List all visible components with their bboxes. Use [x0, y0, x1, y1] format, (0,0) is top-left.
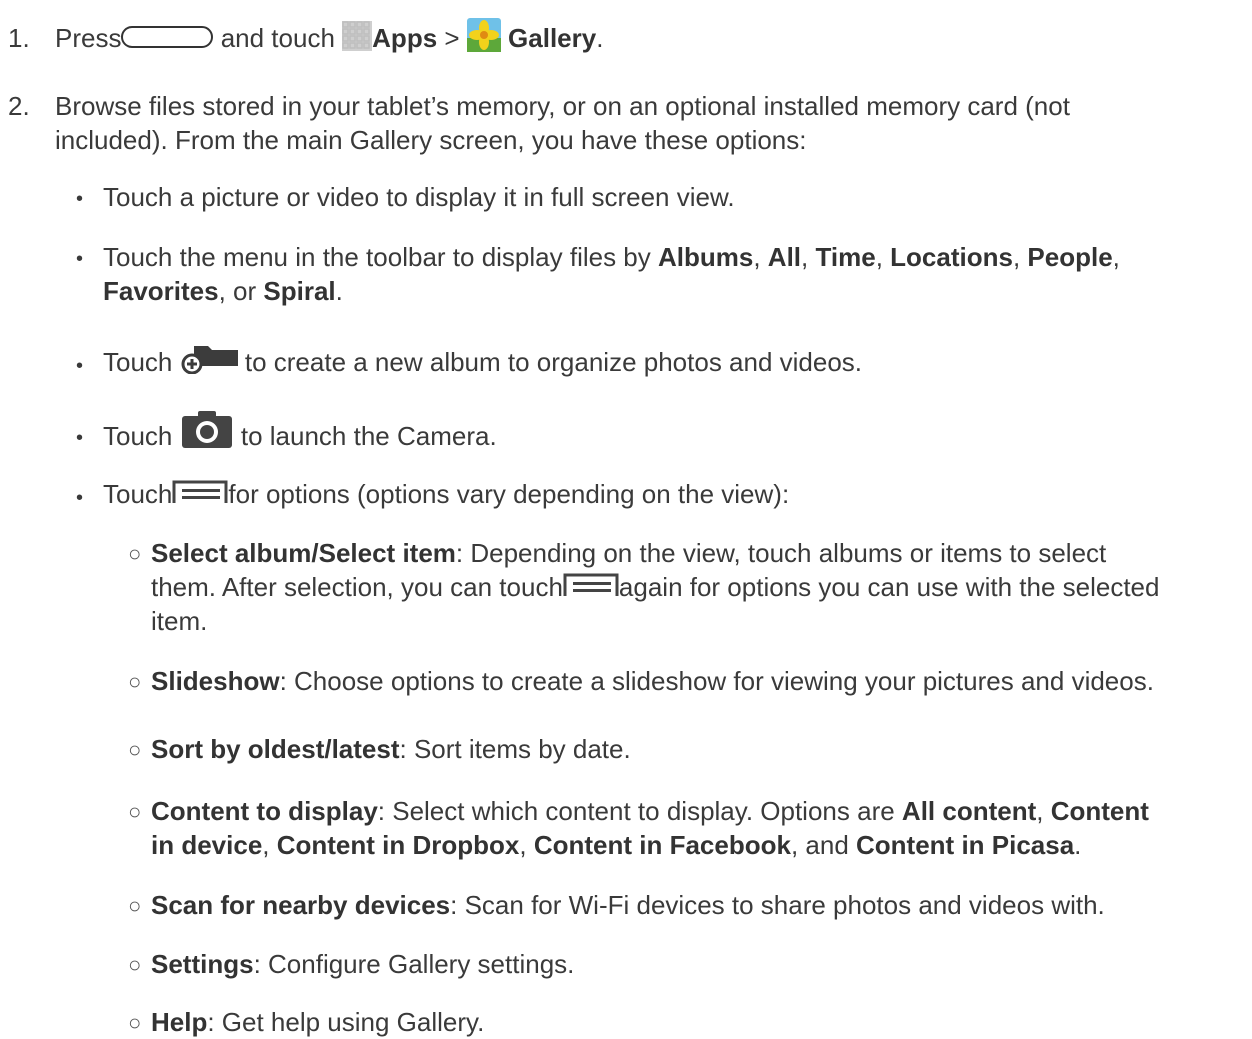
touch-word: Touch: [103, 347, 173, 377]
step-1-period: .: [596, 23, 604, 53]
bullet-2-line-2: Favorites, or Spiral.: [103, 275, 343, 307]
term-albums: Albums: [658, 242, 754, 272]
term-facebook: Content in Facebook: [533, 830, 791, 860]
term-in-device: in device: [151, 830, 263, 860]
term-content: Content: [1050, 796, 1149, 826]
step-1-arrow: >: [444, 23, 460, 53]
sep: ,: [875, 242, 891, 272]
sub-bullet-mark: ○: [128, 952, 142, 977]
term-picasa: Content in Picasa: [856, 830, 1075, 860]
term-slideshow: Slideshow: [151, 666, 280, 696]
sub-7-text: Help: Get help using Gallery.: [151, 1006, 484, 1038]
term-scan: Scan for nearby devices: [151, 890, 451, 920]
sep: ,: [262, 830, 277, 860]
menu-icon: [563, 572, 619, 598]
bullet-mark: •: [76, 487, 84, 509]
sub-3-text: Sort by oldest/latest: Sort items by dat…: [151, 733, 631, 765]
sep: .: [335, 276, 343, 306]
step-2-line-1: Browse files stored in your tablet’s mem…: [55, 91, 1070, 121]
term-locations: Locations: [890, 242, 1013, 272]
sub-bullet-mark: ○: [128, 1010, 142, 1035]
sub-bullet-mark: ○: [128, 799, 142, 824]
sep: ,: [753, 242, 768, 272]
bullet-3-text: Touch to create a new album to organize …: [103, 346, 862, 380]
sep: .: [1074, 830, 1082, 860]
term-content-to-display: Content to display: [151, 796, 378, 826]
sub-1-rest: : Depending on the view, touch albums or…: [455, 538, 1107, 568]
bullet-5-text: Touch for options (options vary dependin…: [103, 478, 789, 510]
sep: , or: [218, 276, 264, 306]
sep: ,: [1012, 242, 1028, 272]
term-all-content: All content: [901, 796, 1037, 826]
home-button-icon: [121, 26, 214, 49]
term-favorites: Favorites: [103, 276, 219, 306]
sub-2-text: Slideshow: Choose options to create a sl…: [151, 665, 1154, 697]
sub-1-line-1: Select album/Select item: Depending on t…: [151, 537, 1106, 569]
sub-bullet-mark: ○: [128, 893, 142, 918]
bullet-4-text: Touch to launch the Camera.: [103, 411, 497, 458]
sep: ,: [1036, 796, 1051, 826]
menu-icon: [172, 479, 228, 505]
sub-2-rest: : Choose options to create a slideshow f…: [279, 666, 1154, 696]
bullet-5-rest: for options (options vary depending on t…: [228, 479, 790, 509]
apps-grid-icon: [342, 21, 373, 52]
sub-4-line-2: in device, Content in Dropbox, Content i…: [151, 829, 1081, 861]
sub-1-line-2: them. After selection, you can touch aga…: [151, 571, 1159, 603]
sub-5-rest: : Scan for Wi-Fi devices to share photos…: [450, 890, 1105, 920]
step-1-text: Press and touch Apps > Gallery.: [55, 18, 604, 57]
step-2-line-2: included). From the main Gallery screen,…: [55, 125, 807, 155]
bullet-2-pre: Touch the menu in the toolbar to display…: [103, 242, 658, 272]
sub-6-rest: : Configure Gallery settings.: [253, 949, 575, 979]
term-spiral: Spiral: [263, 276, 336, 306]
bullet-mark: •: [76, 355, 84, 377]
step-number-1: 1.: [8, 23, 30, 53]
sub-1-line-2-post: again for options you can use with the s…: [618, 572, 1160, 602]
term-select-album: Select album/Select item: [151, 538, 456, 568]
sub-4-line-1: Content to display: Select which content…: [151, 795, 1149, 827]
touch-word: Touch: [103, 420, 173, 451]
term-settings: Settings: [151, 949, 254, 979]
bullet-mark: •: [76, 188, 84, 210]
bullet-mark: •: [76, 427, 84, 449]
bullet-4-rest: to launch the Camera.: [240, 420, 497, 451]
sub-3-rest: : Sort items by date.: [399, 734, 631, 764]
sep: , and: [790, 830, 857, 860]
camera-icon: [180, 410, 234, 450]
sub-6-text: Settings: Configure Gallery settings.: [151, 948, 574, 980]
sub-1-line-3: item.: [151, 606, 208, 636]
document-page: 1. Press and touch Apps > Gallery. 2. Br…: [0, 0, 1252, 1037]
sub-bullet-mark: ○: [128, 669, 142, 694]
term-all: All: [767, 242, 802, 272]
step-1-and-touch: and touch: [220, 23, 335, 53]
apps-label: Apps: [372, 23, 438, 53]
term-sort: Sort by oldest/latest: [151, 734, 400, 764]
sep: ,: [519, 830, 534, 860]
gallery-flower-icon: [466, 18, 501, 53]
bullet-3-rest: to create a new album to organize photos…: [244, 347, 863, 377]
sep: ,: [801, 242, 816, 272]
sub-4-rest: : Select which content to display. Optio…: [377, 796, 902, 826]
sub-7-rest: : Get help using Gallery.: [207, 1007, 485, 1037]
touch-word: Touch: [103, 479, 173, 509]
step-1-press: Press: [55, 23, 122, 53]
sub-1-line-2-pre: them. After selection, you can touch: [151, 572, 563, 602]
sep: ,: [1112, 242, 1120, 272]
new-album-folder-icon: [180, 342, 238, 375]
term-help: Help: [151, 1007, 208, 1037]
sub-bullet-mark: ○: [128, 541, 142, 566]
term-people: People: [1027, 242, 1113, 272]
sub-5-text: Scan for nearby devices: Scan for Wi-Fi …: [151, 889, 1105, 921]
bullet-1-text: Touch a picture or video to display it i…: [103, 182, 735, 212]
sub-bullet-mark: ○: [128, 737, 142, 762]
gallery-label: Gallery: [508, 23, 597, 53]
bullet-mark: •: [76, 248, 84, 270]
term-time: Time: [815, 242, 876, 272]
term-dropbox: Content in Dropbox: [276, 830, 520, 860]
step-number-2: 2.: [8, 91, 30, 121]
bullet-2-line-1: Touch the menu in the toolbar to display…: [103, 241, 1120, 273]
